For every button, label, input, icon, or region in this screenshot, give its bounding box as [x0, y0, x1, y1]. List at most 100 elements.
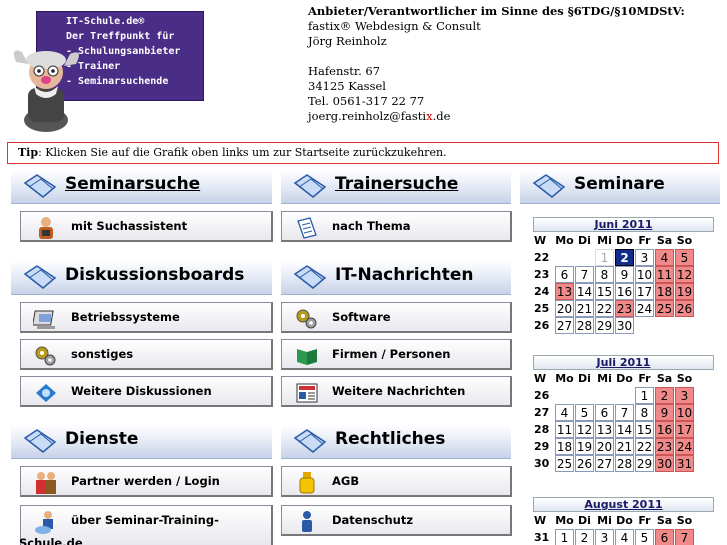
button-label: Software [332, 310, 391, 324]
calendar-day[interactable]: 9 [655, 404, 674, 421]
calendar-day[interactable]: 14 [615, 421, 634, 438]
calendar-day[interactable]: 6 [555, 266, 574, 283]
calendar-day[interactable]: 6 [655, 529, 674, 545]
software-button[interactable]: Software [281, 302, 512, 333]
weekday: Sa [656, 372, 673, 385]
firmen-personen-button[interactable]: Firmen / Personen [281, 339, 512, 370]
calendar-day[interactable]: 10 [635, 266, 654, 283]
calendar-day[interactable]: 16 [655, 421, 674, 438]
calendar-day[interactable]: 20 [595, 438, 614, 455]
datenschutz-button[interactable]: Datenschutz [281, 505, 512, 536]
calendar-month-title[interactable]: August 2011 [533, 497, 714, 512]
calendar-day[interactable]: 25 [655, 300, 674, 317]
calendar-day[interactable]: 18 [655, 283, 674, 300]
network-icon [36, 384, 56, 402]
section-rechtliches: Rechtliches [281, 425, 511, 459]
calendar-day[interactable]: 17 [675, 421, 694, 438]
calendar-day[interactable]: 5 [675, 249, 694, 266]
partner-login-button[interactable]: Partner werden / Login [20, 466, 273, 497]
calendar-day[interactable]: 7 [615, 404, 634, 421]
section-seminarsuche[interactable]: Seminarsuche [11, 170, 272, 204]
calendar-day[interactable]: 13 [595, 421, 614, 438]
calendar-day[interactable]: 21 [615, 438, 634, 455]
calendar-day[interactable]: 4 [555, 404, 574, 421]
calendar-month-title[interactable]: Juni 2011 [533, 217, 714, 232]
calendar-day[interactable]: 25 [555, 455, 574, 472]
calendar-day[interactable]: 30 [655, 455, 674, 472]
calendar-day[interactable]: 19 [575, 438, 594, 455]
calendar-day[interactable]: 4 [615, 529, 634, 545]
calendar-day[interactable]: 22 [595, 300, 614, 317]
calendar-month-title[interactable]: Juli 2011 [533, 355, 714, 370]
sonstiges-button[interactable]: sonstiges [20, 339, 273, 370]
calendar-day[interactable]: 1 [635, 387, 654, 404]
calendar-day[interactable]: 22 [635, 438, 654, 455]
calendar-day[interactable]: 1 [595, 249, 614, 266]
calendar-day[interactable]: 7 [575, 266, 594, 283]
section-title[interactable]: Trainersuche [335, 174, 458, 194]
suchassistent-button[interactable]: mit Suchassistent [20, 211, 273, 242]
tip-text: : Klicken Sie auf die Grafik oben links … [38, 146, 447, 159]
calendar-day[interactable]: 21 [575, 300, 594, 317]
calendar-day[interactable]: 27 [555, 317, 574, 334]
calendar-day[interactable]: 14 [575, 283, 594, 300]
mascot-icon[interactable] [8, 42, 86, 134]
calendar-day[interactable]: 2 [615, 249, 634, 266]
calendar-day[interactable]: 28 [615, 455, 634, 472]
calendar-day[interactable]: 3 [595, 529, 614, 545]
calendar-day[interactable]: 29 [595, 317, 614, 334]
calendar-day[interactable]: 18 [555, 438, 574, 455]
calendar-day[interactable]: 24 [675, 438, 694, 455]
week-number: 28 [534, 423, 550, 436]
calendar-day[interactable]: 15 [635, 421, 654, 438]
ueber-button[interactable]: über Seminar-Training- Schule.de [19, 505, 273, 545]
weekday: Mo [555, 514, 574, 527]
calendar-day[interactable]: 12 [575, 421, 594, 438]
nach-thema-button[interactable]: nach Thema [281, 211, 512, 242]
calendar-day[interactable]: 7 [675, 529, 694, 545]
calendar-month: August 2011 W Mo Di Mi Do Fr Sa So 31 1 2 3… [533, 497, 714, 545]
impressum-email[interactable]: joerg.reinholz@fastix.de [308, 109, 685, 124]
betriebssysteme-button[interactable]: Betriebssysteme [20, 302, 273, 333]
calendar-day[interactable]: 26 [675, 300, 694, 317]
weitere-nachrichten-button[interactable]: Weitere Nachrichten [281, 376, 512, 407]
calendar-day[interactable]: 5 [635, 529, 654, 545]
calendar-day[interactable]: 19 [675, 283, 694, 300]
calendar-day[interactable]: 23 [615, 300, 634, 317]
calendar-day[interactable]: 12 [675, 266, 694, 283]
calendar-day[interactable]: 29 [635, 455, 654, 472]
button-label: Betriebssysteme [71, 310, 180, 324]
calendar-day[interactable]: 3 [675, 387, 694, 404]
calendar-day[interactable]: 20 [555, 300, 574, 317]
calendar-day[interactable]: 3 [635, 249, 654, 266]
calendar-day[interactable]: 2 [655, 387, 674, 404]
calendar-day[interactable]: 1 [555, 529, 574, 545]
calendar-day[interactable]: 17 [635, 283, 654, 300]
agb-button[interactable]: AGB [281, 466, 512, 497]
calendar-day[interactable]: 31 [675, 455, 694, 472]
calendar-day[interactable]: 23 [655, 438, 674, 455]
calendar-day[interactable]: 24 [635, 300, 654, 317]
calendar-day[interactable]: 5 [575, 404, 594, 421]
calendar-day[interactable]: 6 [595, 404, 614, 421]
calendar-day[interactable]: 4 [655, 249, 674, 266]
section-trainersuche[interactable]: Trainersuche [281, 170, 511, 204]
weitere-diskussionen-button[interactable]: Weitere Diskussionen [20, 376, 273, 407]
calendar-day[interactable]: 11 [655, 266, 674, 283]
calendar-day[interactable]: 2 [575, 529, 594, 545]
impressum-heading: Anbieter/Verantwortlicher im Sinne des §… [308, 4, 685, 18]
calendar-day[interactable]: 26 [575, 455, 594, 472]
calendar-day[interactable]: 27 [595, 455, 614, 472]
calendar-day[interactable]: 8 [595, 266, 614, 283]
calendar-day[interactable]: 16 [615, 283, 634, 300]
calendar-day[interactable]: 8 [635, 404, 654, 421]
calendar-day[interactable]: 30 [615, 317, 634, 334]
calendar-day[interactable]: 10 [675, 404, 694, 421]
calendar-day[interactable]: 28 [575, 317, 594, 334]
button-label: Weitere Diskussionen [71, 384, 212, 398]
calendar-day[interactable]: 15 [595, 283, 614, 300]
calendar-day[interactable]: 13 [555, 283, 574, 300]
calendar-day[interactable]: 11 [555, 421, 574, 438]
section-title[interactable]: Seminarsuche [65, 174, 200, 194]
calendar-day[interactable]: 9 [615, 266, 634, 283]
